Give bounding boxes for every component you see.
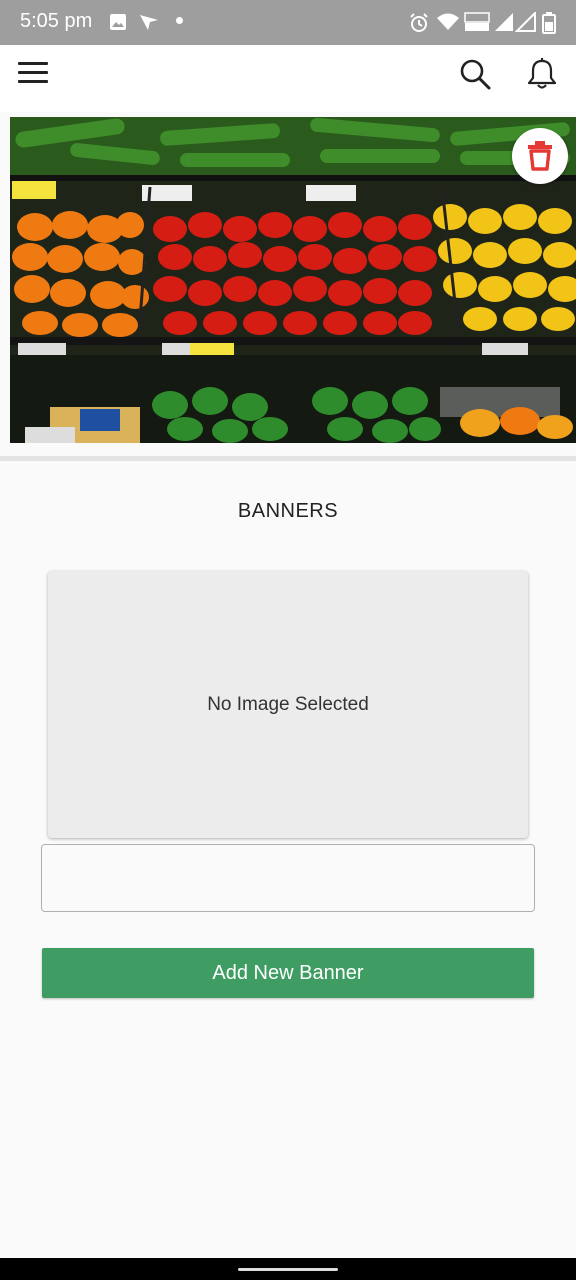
add-new-banner-button[interactable]: Add New Banner (42, 948, 534, 998)
system-navigation-bar (0, 1258, 576, 1280)
image-picker[interactable]: No Image Selected (48, 571, 528, 838)
status-time: 5:05 pm (20, 10, 93, 32)
battery-icon (542, 12, 556, 34)
section-divider (0, 456, 576, 461)
wifi-icon (437, 13, 459, 30)
section-title: BANNERS (237, 500, 339, 522)
signal-icon (495, 13, 513, 31)
banner-image (10, 117, 576, 443)
search-icon[interactable] (458, 57, 492, 91)
maps-icon (140, 15, 158, 30)
banner-image-card[interactable] (10, 117, 576, 443)
delete-banner-button[interactable] (512, 128, 568, 184)
dot-icon (176, 17, 183, 24)
volte-icon (464, 12, 490, 31)
home-indicator[interactable] (238, 1268, 338, 1271)
signal-icon (515, 12, 536, 32)
trash-icon (528, 141, 552, 171)
alarm-icon (410, 13, 428, 32)
hamburger-menu-icon[interactable] (18, 62, 50, 86)
app-bar (0, 45, 576, 112)
status-bar: 5:05 pm (0, 0, 576, 45)
bell-icon[interactable] (524, 56, 560, 92)
no-image-text: No Image Selected (207, 694, 369, 715)
gallery-icon (110, 14, 126, 30)
banner-text-input[interactable] (41, 844, 535, 912)
